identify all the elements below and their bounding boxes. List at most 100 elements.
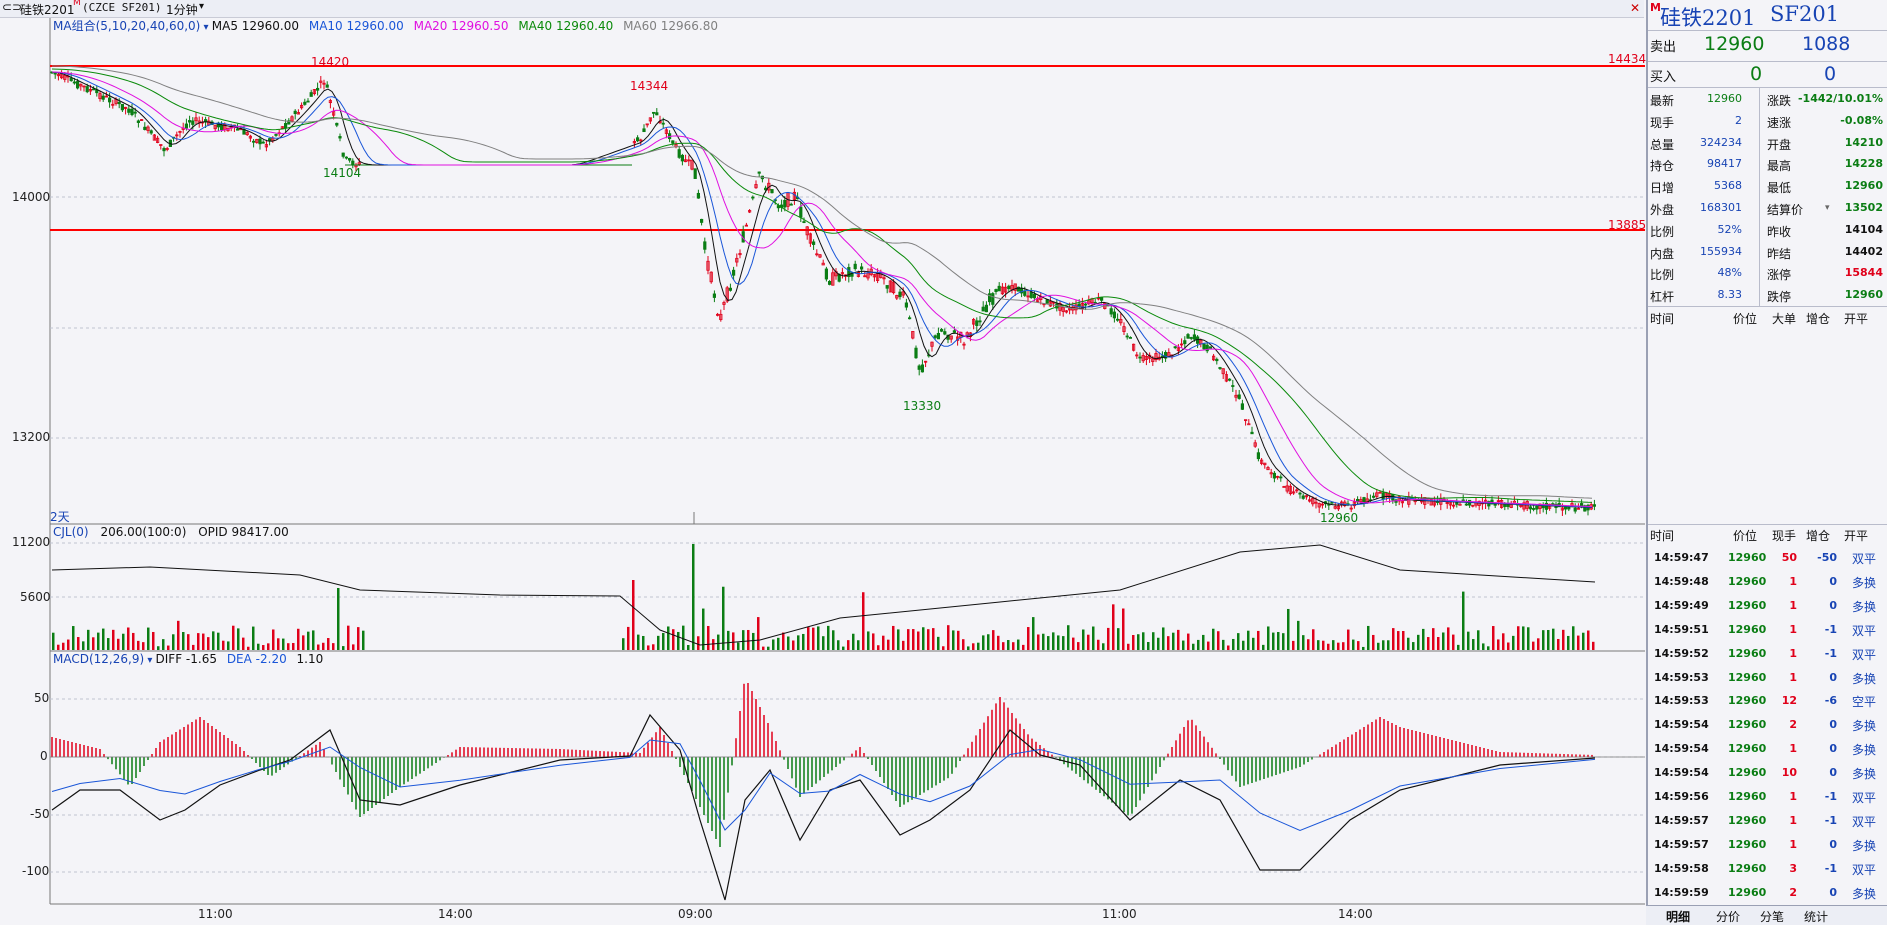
volume-bar	[297, 628, 300, 650]
volume-bar	[1562, 629, 1565, 650]
stat-label: 最低	[1767, 181, 1792, 196]
tab-stats[interactable]: 统计	[1804, 908, 1828, 925]
candle-body	[680, 154, 685, 162]
tick-row[interactable]: 14:59:47 12960 50 -50 双平	[1648, 547, 1887, 569]
tick-volume: 2	[1789, 718, 1797, 732]
tick-row[interactable]: 14:59:54 12960 2 0 多换	[1648, 714, 1887, 736]
tab-price[interactable]: 分价	[1716, 908, 1740, 925]
candle-body	[1580, 503, 1584, 507]
days-label: 2天	[50, 510, 70, 524]
macd-tick-label: 0	[40, 749, 48, 763]
tab-trades[interactable]: 分笔	[1760, 908, 1784, 925]
volume-bar	[867, 631, 870, 650]
volume-bar	[952, 630, 955, 650]
volume-bar	[997, 635, 1000, 650]
volume-bar	[757, 617, 760, 650]
volume-bar	[1182, 640, 1185, 650]
volume-bar	[677, 631, 680, 650]
candle-body	[1100, 297, 1104, 301]
tick-price: 12960	[1728, 598, 1767, 612]
chevron-down-icon[interactable]: ▾	[200, 22, 211, 33]
volume-legend-name[interactable]: CJL(0)	[53, 525, 89, 539]
volume-bar	[1537, 638, 1540, 650]
stat-row: 现手 2 速涨 -0.08%	[1648, 111, 1887, 133]
candle-body	[991, 293, 995, 305]
tick-row[interactable]: 14:59:49 12960 1 0 多换	[1648, 595, 1887, 617]
candle-body	[1372, 495, 1376, 498]
stat-value: 12960	[1707, 92, 1742, 105]
macd-tick-label: -50	[30, 807, 50, 821]
stat-label: 跌停	[1767, 290, 1792, 305]
tick-row[interactable]: 14:59:53 12960 1 0 多换	[1648, 667, 1887, 689]
ticks-header: 时间 价位 现手 增仓 开平	[1648, 527, 1887, 549]
tick-row[interactable]: 14:59:48 12960 1 0 多换	[1648, 571, 1887, 593]
quote-title-code: SF201	[1770, 2, 1840, 26]
chevron-down-icon[interactable]: ▾	[1825, 203, 1830, 213]
tick-row[interactable]: 14:59:57 12960 1 0 多换	[1648, 834, 1887, 856]
volume-bar	[872, 633, 875, 650]
tick-oi: -1	[1824, 790, 1837, 803]
price-table-header: 时间 价位 大单 增仓 开平	[1648, 310, 1887, 332]
volume-bar	[1407, 637, 1410, 650]
ask-row[interactable]: 卖出 12960 1088	[1648, 33, 1887, 59]
volume-bar	[1582, 632, 1585, 650]
candle-body	[101, 95, 105, 100]
tab-detail[interactable]: 明细	[1666, 908, 1690, 925]
volume-bar	[1022, 644, 1025, 650]
tick-volume: 2	[1789, 885, 1797, 899]
tick-time: 14:59:57	[1654, 813, 1709, 827]
ticks-header-oi: 增仓	[1806, 529, 1831, 543]
volume-bar	[287, 643, 290, 650]
volume-bar	[782, 632, 785, 650]
tick-row[interactable]: 14:59:52 12960 1 -1 双平	[1648, 643, 1887, 665]
candle-body	[1240, 403, 1244, 410]
candle-body	[1183, 340, 1187, 345]
stat-value: 14402	[1844, 244, 1883, 258]
tick-oi: -1	[1824, 622, 1837, 636]
macd-legend-name[interactable]: MACD(12,26,9)	[53, 652, 144, 666]
stat-label: 日增	[1650, 181, 1675, 196]
volume-bar	[192, 644, 195, 650]
candle-body	[940, 329, 944, 332]
candle-body	[693, 168, 697, 179]
candle-body	[69, 77, 73, 82]
ma20-value: MA20 12960.50	[413, 19, 509, 33]
tick-row[interactable]: 14:59:51 12960 1 -1 双平	[1648, 619, 1887, 641]
tick-oi: 0	[1829, 718, 1837, 732]
ma10-value: MA10 12960.00	[308, 19, 404, 33]
stat-value: 12960	[1844, 288, 1883, 302]
tick-row[interactable]: 14:59:53 12960 12 -6 空平	[1648, 690, 1887, 712]
candle-body	[1381, 492, 1385, 500]
tick-row[interactable]: 14:59:56 12960 1 -1 双平	[1648, 786, 1887, 808]
volume-bar	[312, 630, 315, 650]
volume-bar	[812, 627, 815, 650]
kline-chart[interactable]	[0, 0, 1646, 924]
volume-bar	[1472, 639, 1475, 650]
volume-bar	[292, 642, 295, 650]
candle-body	[1109, 308, 1113, 315]
tick-row[interactable]: 14:59:57 12960 1 -1 双平	[1648, 810, 1887, 832]
chevron-down-icon[interactable]: ▾	[144, 655, 155, 666]
tick-row[interactable]: 14:59:59 12960 2 0 多换	[1648, 882, 1887, 904]
tick-type: 空平	[1852, 695, 1877, 710]
candle-body	[92, 88, 96, 91]
bid-row[interactable]: 买入 0 0	[1648, 63, 1887, 87]
volume-bar	[1377, 642, 1380, 650]
volume-legend-values: 206.00(100:0)	[100, 525, 187, 539]
tick-row[interactable]: 14:59:54 12960 1 0 多换	[1648, 738, 1887, 760]
ma5-value: MA5 12960.00	[211, 19, 300, 33]
volume-bar	[1282, 633, 1285, 650]
opid-value: OPID 98417.00	[198, 525, 289, 539]
volume-bar	[787, 636, 790, 650]
volume-bar	[127, 627, 130, 650]
tick-row[interactable]: 14:59:54 12960 10 0 多换	[1648, 762, 1887, 784]
candle-body	[1032, 293, 1036, 299]
candle-body	[149, 130, 153, 134]
time-tick-label: 14:00	[1338, 907, 1373, 921]
volume-bar	[1497, 639, 1500, 650]
ma-legend-name[interactable]: MA组合(5,10,20,40,60,0)	[53, 19, 200, 33]
candle-body	[53, 72, 57, 75]
tick-row[interactable]: 14:59:58 12960 3 -1 双平	[1648, 858, 1887, 880]
volume-bar	[82, 641, 85, 650]
volume-bar	[227, 641, 230, 650]
